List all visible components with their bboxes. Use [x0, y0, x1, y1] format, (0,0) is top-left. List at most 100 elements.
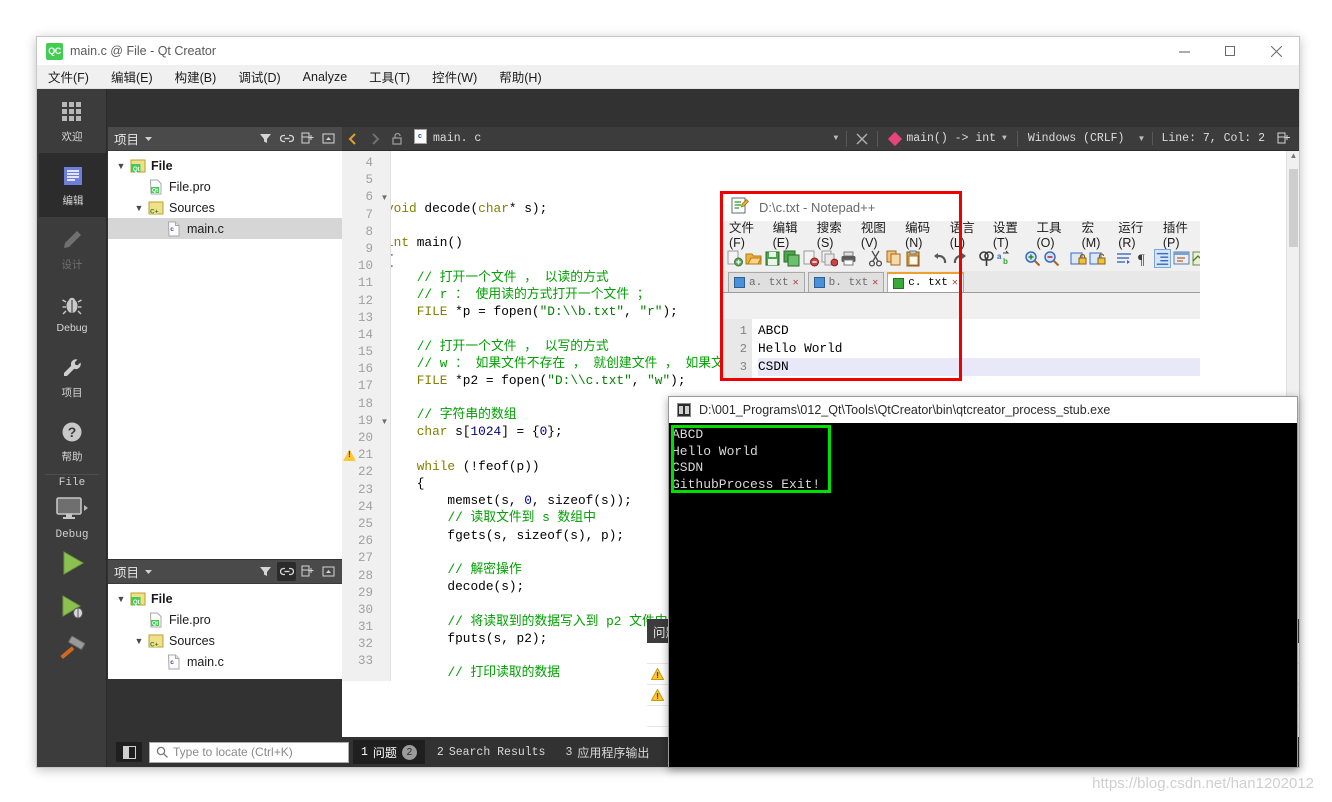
- open-file-icon[interactable]: [745, 249, 762, 268]
- line-number[interactable]: 15: [342, 344, 378, 361]
- close-file-icon[interactable]: [802, 249, 819, 268]
- line-number[interactable]: 26: [342, 533, 378, 550]
- line-number[interactable]: 18: [342, 396, 378, 413]
- redo-icon[interactable]: [951, 249, 968, 268]
- line-number[interactable]: 9: [342, 241, 378, 258]
- npp-tab-1[interactable]: b. txt ✕: [807, 272, 885, 292]
- npp-menu-1[interactable]: 编辑(E): [766, 217, 810, 250]
- copy-icon[interactable]: [886, 249, 903, 268]
- line-number[interactable]: 10: [342, 258, 378, 275]
- save-all-icon[interactable]: [783, 249, 800, 268]
- mode-projects[interactable]: 项目: [37, 345, 107, 409]
- link-icon-button-top[interactable]: [277, 129, 296, 148]
- dock-dropdown-button-bottom[interactable]: [139, 562, 158, 581]
- line-number[interactable]: 25: [342, 516, 378, 533]
- document-map-icon[interactable]: [1192, 249, 1200, 268]
- save-icon[interactable]: [764, 249, 781, 268]
- tree-item-file-pro[interactable]: Qt File.pro: [108, 176, 342, 197]
- line-number[interactable]: 22: [342, 464, 378, 481]
- mode-edit[interactable]: 编辑: [37, 153, 107, 217]
- zoom-in-icon[interactable]: [1024, 249, 1041, 268]
- notepadpp-text-content[interactable]: ABCD Hello World CSDNGithub: [752, 319, 1200, 379]
- undo-icon[interactable]: [932, 249, 949, 268]
- line-number[interactable]: 30: [342, 602, 378, 619]
- menu-file[interactable]: 文件(F): [37, 65, 100, 88]
- menu-window[interactable]: 控件(W): [421, 65, 488, 88]
- line-number[interactable]: 6: [342, 189, 378, 206]
- line-number[interactable]: 17: [342, 378, 378, 395]
- scrollbar-thumb[interactable]: [1289, 169, 1298, 247]
- close-icon[interactable]: ✕: [793, 277, 799, 289]
- nav-forward-button[interactable]: [364, 128, 386, 150]
- npp-menu-0[interactable]: 文件(F): [722, 217, 766, 250]
- npp-menu-6[interactable]: 设置(T): [986, 217, 1030, 250]
- tree-item-main-c[interactable]: c main.c: [108, 651, 342, 672]
- code-folding-bar[interactable]: ▼ ▼: [378, 151, 391, 681]
- chevron-down-icon[interactable]: ▼: [130, 203, 148, 213]
- tree-item-main-c[interactable]: c main.c: [108, 218, 342, 239]
- line-number[interactable]: 4: [342, 155, 378, 172]
- close-button[interactable]: [1253, 37, 1299, 65]
- run-button[interactable]: [37, 541, 107, 585]
- lock-open-icon[interactable]: [386, 128, 408, 150]
- expand-icon-button-bottom[interactable]: [298, 562, 317, 581]
- npp-tab-2[interactable]: c. txt ✕: [887, 272, 964, 292]
- user-define-dialog-icon[interactable]: [1173, 249, 1190, 268]
- split-editor-button[interactable]: [1273, 128, 1295, 150]
- line-number[interactable]: 16: [342, 361, 378, 378]
- debug-button[interactable]: [37, 585, 107, 629]
- tree-item-sources[interactable]: ▼ C+ Sources: [108, 197, 342, 218]
- cut-icon[interactable]: [867, 249, 884, 268]
- npp-tab-0[interactable]: a. txt ✕: [728, 272, 805, 292]
- word-wrap-icon[interactable]: [1116, 249, 1133, 268]
- project-tree-bottom[interactable]: ▼ Qt File Qt File.pro ▼ C+ Sources c main.c: [108, 584, 342, 679]
- chevron-down-icon[interactable]: ▼: [130, 636, 148, 646]
- line-number[interactable]: 32: [342, 636, 378, 653]
- menu-debug[interactable]: 调试(D): [227, 65, 291, 88]
- scroll-up-arrow-icon[interactable]: ▲: [1287, 151, 1299, 165]
- sync-unlock-icon[interactable]: [1089, 249, 1106, 268]
- chevron-down-icon[interactable]: ▼: [112, 594, 130, 604]
- menu-analyze[interactable]: Analyze: [292, 65, 358, 88]
- toggle-sidebar-button[interactable]: [116, 742, 142, 762]
- line-number[interactable]: 11: [342, 275, 378, 292]
- line-number[interactable]: 8: [342, 224, 378, 241]
- chevron-down-icon[interactable]: ▼: [112, 161, 130, 171]
- close-icon[interactable]: ✕: [872, 277, 878, 289]
- tree-item-file-pro[interactable]: Qt File.pro: [108, 609, 342, 630]
- line-number-with-warning[interactable]: 21: [342, 447, 378, 464]
- npp-menu-8[interactable]: 宏(M): [1075, 217, 1112, 250]
- close-dock-button-bottom[interactable]: [319, 562, 338, 581]
- expand-icon-button-top[interactable]: [298, 129, 317, 148]
- filter-icon-button-bottom[interactable]: [256, 562, 275, 581]
- line-number[interactable]: 24: [342, 499, 378, 516]
- notepadpp-editor[interactable]: 1 2 3 4 ABCD Hello World CSDNGithub: [722, 319, 1200, 379]
- npp-menu-2[interactable]: 搜索(S): [810, 217, 854, 250]
- npp-menu-5[interactable]: 语言(L): [943, 217, 986, 250]
- line-number[interactable]: 28: [342, 568, 378, 585]
- kit-selector-button[interactable]: [37, 489, 107, 529]
- line-number[interactable]: 12: [342, 293, 378, 310]
- indent-guide-icon[interactable]: [1154, 248, 1171, 268]
- npp-menu-9[interactable]: 运行(R): [1111, 217, 1156, 250]
- menu-help[interactable]: 帮助(H): [488, 65, 552, 88]
- find-icon[interactable]: [978, 249, 995, 268]
- locator-input[interactable]: Type to locate (Ctrl+K): [149, 741, 349, 763]
- show-symbols-icon[interactable]: ¶: [1135, 249, 1152, 268]
- line-ending-selector[interactable]: Windows (CRLF): [1022, 132, 1131, 145]
- mode-help[interactable]: ? 帮助: [37, 409, 107, 473]
- npp-menu-3[interactable]: 视图(V): [854, 217, 898, 250]
- menu-edit[interactable]: 编辑(E): [100, 65, 164, 88]
- output-tab-3[interactable]: 3 应用程序输出: [557, 740, 657, 764]
- close-all-icon[interactable]: [821, 249, 838, 268]
- fold-toggle-icon[interactable]: ▼: [379, 189, 390, 206]
- line-number[interactable]: 27: [342, 550, 378, 567]
- dock-dropdown-button-top[interactable]: [139, 129, 158, 148]
- new-file-icon[interactable]: [726, 249, 743, 268]
- maximize-button[interactable]: [1207, 37, 1253, 65]
- symbol-combobox[interactable]: main() -> int ▼: [882, 131, 1013, 146]
- tree-item-file[interactable]: ▼ Qt File: [108, 155, 342, 176]
- minimize-button[interactable]: [1161, 37, 1207, 65]
- replace-icon[interactable]: ab: [997, 249, 1014, 268]
- line-number[interactable]: 20: [342, 430, 378, 447]
